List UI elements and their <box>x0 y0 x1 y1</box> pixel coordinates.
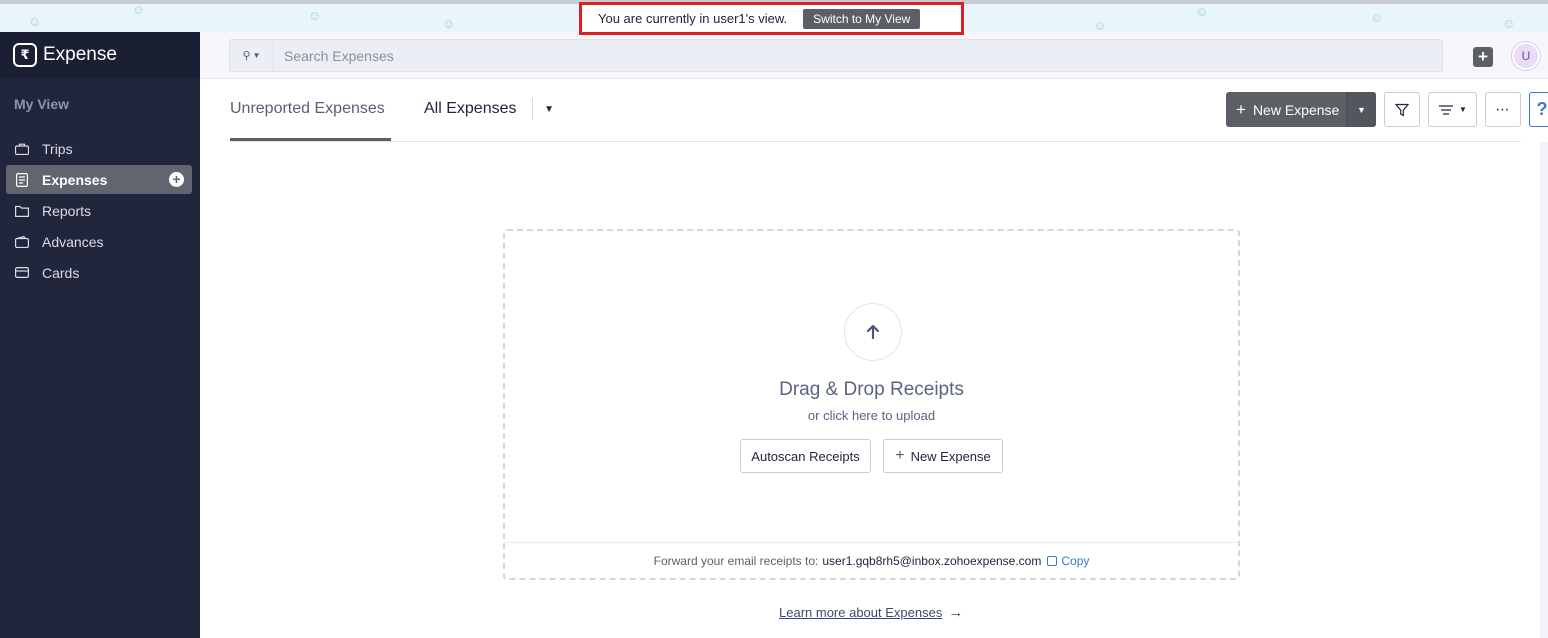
user-pattern-icon: ☺ <box>28 14 42 29</box>
user-pattern-icon: ☺ <box>442 16 456 31</box>
filter-button[interactable] <box>1384 92 1420 127</box>
user-pattern-icon: ☺ <box>308 8 322 23</box>
top-header: ⚲ ▼ + U <box>200 32 1548 79</box>
more-options-button[interactable]: ⋯ <box>1485 92 1521 127</box>
receipt-icon <box>14 172 30 187</box>
tab-dropdown-caret-icon[interactable]: ▼ <box>532 98 554 120</box>
app-brand[interactable]: ₹ Expense <box>0 32 200 78</box>
tab-unreported-expenses[interactable]: Unreported Expenses <box>230 100 391 141</box>
autoscan-receipts-button[interactable]: Autoscan Receipts <box>740 439 871 473</box>
search-input[interactable] <box>274 40 1442 71</box>
sidebar-item-label: Expenses <box>42 171 108 188</box>
copy-label: Copy <box>1061 553 1090 568</box>
switch-to-my-view-button[interactable]: Switch to My View <box>803 8 921 29</box>
chevron-down-icon: ▼ <box>1459 105 1467 114</box>
drop-zone-title: Drag & Drop Receipts <box>779 379 964 400</box>
learn-more-text: Learn more about Expenses <box>779 605 943 620</box>
user-pattern-icon: ☺ <box>1370 10 1384 25</box>
wallet-icon <box>14 235 30 249</box>
current-view-text: You are currently in user1's view. <box>598 11 788 26</box>
add-expense-icon[interactable]: + <box>169 172 184 187</box>
sidebar-item-label: Reports <box>42 202 92 219</box>
quick-create-icon[interactable]: + <box>1473 47 1493 67</box>
arrow-right-icon: → <box>948 604 964 621</box>
current-view-notice: You are currently in user1's view. Switc… <box>579 2 964 35</box>
search-icon: ⚲ <box>242 50 251 62</box>
upload-link[interactable]: or click here to upload <box>505 408 1238 423</box>
plus-icon: + <box>895 447 905 464</box>
plus-icon: + <box>1236 99 1246 119</box>
new-expense-label: New Expense <box>910 448 991 464</box>
avatar[interactable]: U <box>1512 42 1540 70</box>
scrollbar[interactable] <box>1540 142 1548 638</box>
new-expense-dropdown-icon[interactable]: ▼ <box>1346 92 1376 127</box>
search-scope-dropdown[interactable]: ⚲ ▼ <box>230 40 274 71</box>
forward-email-address: user1.gqb8rh5@inbox.zohoexpense.com <box>822 553 1042 568</box>
expense-logo-icon: ₹ <box>13 43 37 67</box>
copy-icon <box>1047 555 1058 566</box>
sidebar-item-label: Cards <box>42 264 80 281</box>
tab-all-expenses[interactable]: All Expenses <box>424 100 517 118</box>
sidebar: ₹ Expense My View Trips Expenses + Repor… <box>0 32 200 638</box>
sidebar-nav: Trips Expenses + Reports Advances Cards <box>0 134 200 287</box>
sidebar-item-cards[interactable]: Cards <box>6 258 192 287</box>
sidebar-item-label: Advances <box>42 233 104 250</box>
sidebar-item-advances[interactable]: Advances <box>6 227 192 256</box>
user-pattern-icon: ☺ <box>1093 18 1107 32</box>
forward-email-footer: Forward your email receipts to: user1.gq… <box>505 542 1238 578</box>
new-expense-button-group: + New Expense ▼ <box>1226 92 1376 127</box>
sidebar-item-trips[interactable]: Trips <box>6 134 192 163</box>
drop-zone-new-expense-button[interactable]: + New Expense <box>883 439 1003 473</box>
new-expense-button[interactable]: + New Expense <box>1226 100 1346 120</box>
sidebar-item-label: Trips <box>42 140 73 157</box>
user-pattern-icon: ☺ <box>132 2 146 17</box>
sidebar-item-reports[interactable]: Reports <box>6 196 192 225</box>
new-expense-label: New Expense <box>1252 101 1340 118</box>
filter-icon <box>1395 103 1409 117</box>
app-name: Expense <box>43 44 117 65</box>
ellipsis-icon: ⋯ <box>1495 101 1511 117</box>
chevron-down-icon: ▼ <box>252 51 261 60</box>
sort-list-icon <box>1439 104 1454 115</box>
card-icon <box>14 266 30 280</box>
help-icon: ? <box>1536 99 1548 119</box>
receipt-drop-zone[interactable]: Drag & Drop Receipts or click here to up… <box>503 229 1240 580</box>
help-button[interactable]: ? <box>1529 92 1548 127</box>
upload-arrow-icon[interactable] <box>844 303 902 361</box>
search-bar: ⚲ ▼ <box>229 39 1443 72</box>
learn-more-link[interactable]: Learn more about Expenses → <box>779 604 963 621</box>
briefcase-icon <box>14 142 30 156</box>
user-pattern-icon: ☺ <box>1502 16 1516 31</box>
sort-button[interactable]: ▼ <box>1428 92 1477 127</box>
user-pattern-icon: ☺ <box>1195 4 1209 19</box>
copy-email-button[interactable]: Copy <box>1047 554 1089 568</box>
sidebar-item-expenses[interactable]: Expenses + <box>6 165 192 194</box>
forward-email-text: Forward your email receipts to: <box>653 553 819 568</box>
sidebar-section-title: My View <box>14 96 69 112</box>
folder-icon <box>14 204 30 218</box>
